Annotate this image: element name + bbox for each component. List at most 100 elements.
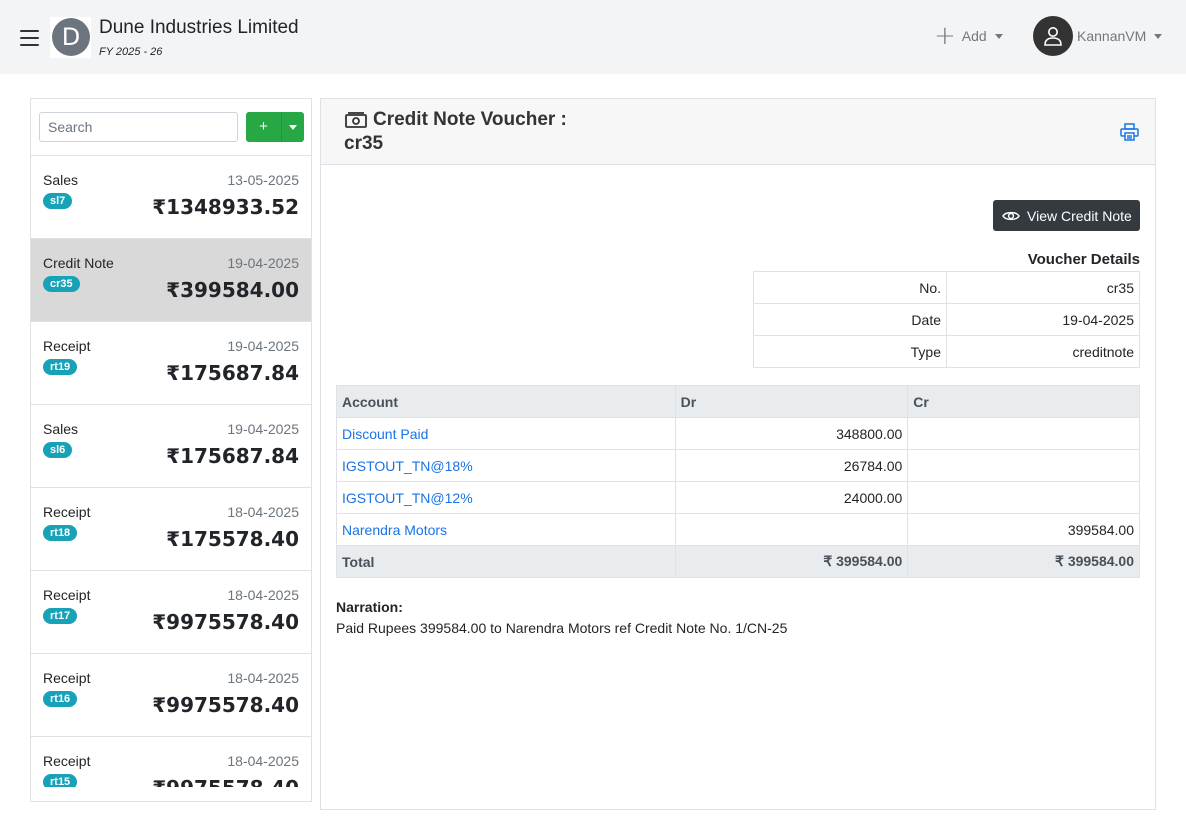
logo-letter: D: [52, 18, 90, 56]
account-cell: Narendra Motors: [336, 513, 676, 546]
search-bar: +: [31, 99, 311, 156]
view-credit-note-button[interactable]: View Credit Note: [993, 200, 1140, 231]
cr-cell: [907, 417, 1140, 450]
list-item[interactable]: Sales 13-05-2025 sl7 ₹1348933.52: [31, 156, 311, 239]
account-link[interactable]: Narendra Motors: [342, 522, 447, 538]
table-row: Narendra Motors 399584.00: [336, 513, 1140, 546]
total-cr: ₹ 399584.00: [907, 545, 1140, 578]
search-input[interactable]: [39, 112, 238, 142]
table-row: Type creditnote: [753, 335, 1140, 368]
top-navbar: D Dune Industries Limited FY 2025 - 26 +…: [0, 0, 1186, 74]
table-row: Date 19-04-2025: [753, 303, 1140, 336]
detail-value: creditnote: [946, 335, 1140, 368]
list-item-selected[interactable]: Credit Note 19-04-2025 cr35 ₹399584.00: [31, 239, 311, 322]
voucher-list[interactable]: Sales 13-05-2025 sl7 ₹1348933.52 Credit …: [31, 156, 311, 787]
add-dropdown[interactable]: + Add: [934, 21, 1003, 51]
voucher-details-table: No. cr35 Date 19-04-2025 Type creditnote: [753, 271, 1140, 368]
dr-cell: 348800.00: [674, 417, 909, 450]
account-link[interactable]: IGSTOUT_TN@12%: [342, 490, 473, 506]
table-row: IGSTOUT_TN@18% 26784.00: [336, 449, 1140, 482]
dr-cell: 26784.00: [674, 449, 909, 482]
add-label: Add: [961, 28, 987, 44]
voucher-detail-panel: Credit Note Voucher : cr35 View Credit N…: [320, 98, 1156, 810]
list-item[interactable]: Receipt 18-04-2025 rt16 ₹9975578.40: [31, 654, 311, 737]
narration-text: Paid Rupees 399584.00 to Narendra Motors…: [336, 620, 788, 636]
add-voucher-button[interactable]: +: [246, 112, 282, 142]
voucher-list-panel: + Sales 13-05-2025 sl7 ₹1348933.52 Credi…: [30, 98, 312, 802]
narration-label: Narration:: [336, 599, 403, 615]
list-item[interactable]: Receipt 19-04-2025 rt19 ₹175687.84: [31, 322, 311, 405]
voucher-title: Credit Note Voucher :: [373, 109, 567, 130]
hamburger-menu-icon[interactable]: [20, 30, 39, 46]
voucher-type: Receipt: [43, 504, 91, 520]
table-row: No. cr35: [753, 271, 1140, 304]
voucher-date: 18-04-2025: [227, 670, 299, 686]
caret-down-icon: [289, 124, 297, 130]
company-name: Dune Industries Limited: [99, 17, 299, 38]
voucher-type: Receipt: [43, 587, 91, 603]
company-logo: D: [50, 17, 91, 58]
detail-value: 19-04-2025: [946, 303, 1140, 336]
account-cell: Discount Paid: [336, 417, 676, 450]
dr-cell: 24000.00: [674, 481, 909, 514]
voucher-number-badge: rt17: [43, 608, 78, 624]
detail-label: Type: [753, 335, 947, 368]
voucher-date: 13-05-2025: [227, 172, 299, 188]
total-dr: ₹ 399584.00: [674, 545, 909, 578]
detail-label: Date: [753, 303, 947, 336]
table-row: Discount Paid 348800.00: [336, 417, 1140, 450]
voucher-type: Receipt: [43, 753, 91, 769]
voucher-date: 19-04-2025: [227, 255, 299, 271]
fiscal-year: FY 2025 - 26: [99, 46, 163, 58]
column-header-account: Account: [336, 385, 676, 418]
voucher-number-badge: rt18: [43, 525, 78, 541]
voucher-amount: ₹9975578.40: [152, 610, 299, 634]
voucher-date: 18-04-2025: [227, 504, 299, 520]
voucher-type: Credit Note: [43, 255, 114, 271]
voucher-date: 18-04-2025: [227, 587, 299, 603]
cr-cell: [907, 481, 1140, 514]
voucher-amount: ₹175687.84: [166, 444, 299, 468]
voucher-number-badge: rt19: [43, 359, 78, 375]
list-item[interactable]: Receipt 18-04-2025 rt17 ₹9975578.40: [31, 571, 311, 654]
column-header-cr: Cr: [907, 385, 1140, 418]
voucher-number-badge: rt16: [43, 691, 78, 707]
caret-down-icon: [994, 33, 1003, 39]
plus-icon: +: [934, 21, 956, 51]
voucher-amount: ₹9975578.40: [152, 776, 299, 787]
list-item[interactable]: Receipt 18-04-2025 rt15 ₹9975578.40: [31, 737, 311, 787]
add-voucher-dropdown-toggle[interactable]: [282, 112, 304, 142]
print-icon[interactable]: [1120, 123, 1139, 144]
voucher-type: Receipt: [43, 338, 91, 354]
voucher-number-badge: sl7: [43, 193, 73, 209]
voucher-details-title: Voucher Details: [1027, 251, 1140, 268]
voucher-amount: ₹399584.00: [166, 278, 299, 302]
voucher-amount: ₹9975578.40: [152, 693, 299, 717]
user-name: KannanVM: [1077, 28, 1147, 44]
column-header-dr: Dr: [674, 385, 909, 418]
user-avatar-icon: [1033, 16, 1073, 56]
account-link[interactable]: Discount Paid: [342, 426, 428, 442]
ledger-entries-table: Account Dr Cr Discount Paid 348800.00 IG…: [336, 385, 1140, 578]
total-label: Total: [336, 545, 676, 578]
table-row: IGSTOUT_TN@12% 24000.00: [336, 481, 1140, 514]
caret-down-icon: [1154, 33, 1163, 39]
view-credit-note-label: View Credit Note: [1027, 207, 1132, 224]
cr-cell: [907, 449, 1140, 482]
dr-cell: [674, 513, 909, 546]
voucher-date: 19-04-2025: [227, 338, 299, 354]
voucher-number-badge: cr35: [43, 276, 80, 292]
add-voucher-button-group: +: [246, 112, 304, 142]
total-row: Total ₹ 399584.00 ₹ 399584.00: [336, 545, 1140, 578]
voucher-number-badge: rt15: [43, 774, 78, 787]
money-icon: [345, 112, 367, 131]
detail-value: cr35: [946, 271, 1140, 304]
list-item[interactable]: Receipt 18-04-2025 rt18 ₹175578.40: [31, 488, 311, 571]
user-dropdown[interactable]: KannanVM: [1033, 16, 1163, 56]
account-link[interactable]: IGSTOUT_TN@18%: [342, 458, 473, 474]
voucher-number-badge: sl6: [43, 442, 73, 458]
voucher-amount: ₹175578.40: [166, 527, 299, 551]
list-item[interactable]: Sales 19-04-2025 sl6 ₹175687.84: [31, 405, 311, 488]
voucher-type: Receipt: [43, 670, 91, 686]
voucher-date: 19-04-2025: [227, 421, 299, 437]
